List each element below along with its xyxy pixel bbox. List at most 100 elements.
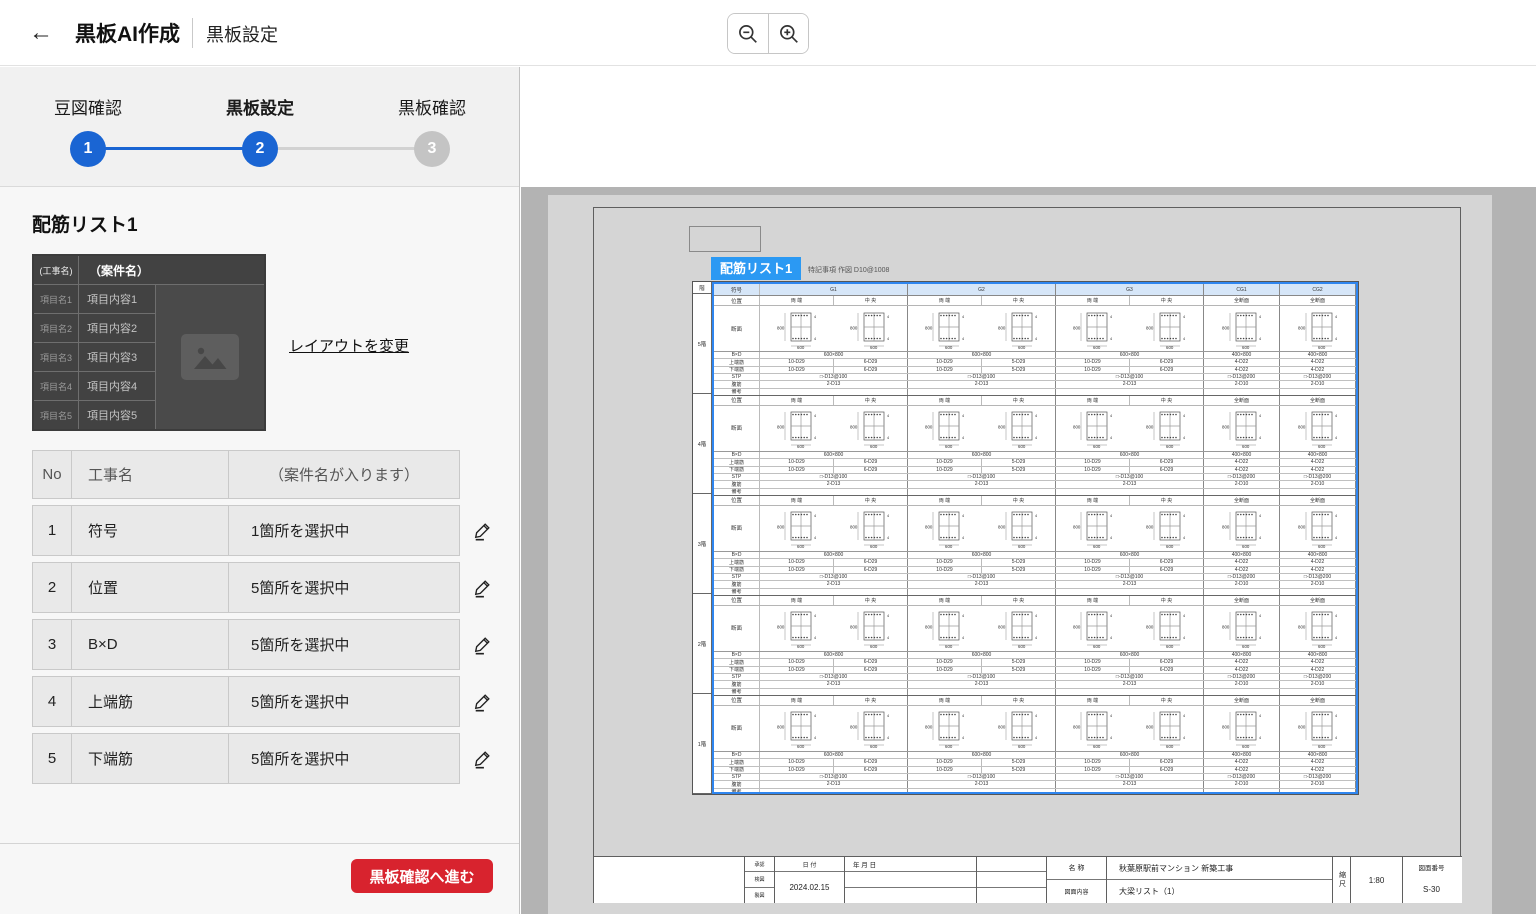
svg-text:4: 4 (1259, 636, 1261, 640)
drawing-cell (760, 589, 908, 595)
step-connector-1-2 (100, 147, 246, 150)
section-sketch: 800 600 4 4 (1204, 506, 1280, 551)
titleblock-cell: 名 称 (1047, 857, 1106, 880)
drawing-row: 上端筋10-D296-D2910-D295-D2910-D296-D294-D2… (714, 459, 1356, 466)
titleblock-cell (977, 888, 1046, 903)
section-sketch: 800 600 4 4 800 600 4 4 (908, 506, 1056, 551)
table-header-row: No 工事名 （案件名が入ります） (32, 450, 496, 499)
titleblock-column: 名 称図面内容 (1046, 857, 1106, 903)
preview-item-content: 項目内容1 (79, 285, 155, 313)
zoom-in-button[interactable] (768, 14, 808, 53)
svg-text:600: 600 (870, 444, 878, 448)
drawing-row: 下端筋10-D296-D2910-D295-D2910-D296-D294-D2… (714, 667, 1356, 674)
edit-button[interactable] (470, 619, 496, 670)
svg-text:4: 4 (1183, 436, 1185, 440)
drawing-cell: 位置 (714, 296, 760, 305)
drawing-cell: 下端筋 (714, 767, 760, 773)
svg-text:4: 4 (1183, 614, 1185, 618)
svg-text:4: 4 (887, 514, 889, 518)
drawing-cell: 2-D10 (1204, 681, 1280, 687)
drawing-cell: 600×800 (760, 652, 908, 658)
drawing-cell: 位置 (714, 496, 760, 505)
edit-button[interactable] (470, 676, 496, 727)
change-layout-link[interactable]: レイアウトを変更 (289, 335, 409, 356)
svg-text:4: 4 (1259, 536, 1261, 540)
svg-text:800: 800 (1222, 325, 1230, 330)
selection-tag[interactable]: 配筋リスト1 (711, 257, 801, 280)
drawing-cell: G3 (1056, 284, 1204, 295)
drawing-cell: 4-D22 (1204, 359, 1280, 365)
drawing-cell: 6-D29 (834, 667, 908, 673)
drawing-cell: □-D13@200 (1280, 674, 1356, 680)
drawing-cell: 6-D29 (834, 759, 908, 765)
edit-button[interactable] (470, 733, 496, 784)
svg-text:800: 800 (998, 725, 1006, 730)
drawing-cell (1280, 589, 1356, 595)
drawing-cell: 5-D29 (982, 359, 1056, 365)
svg-text:4: 4 (962, 337, 964, 341)
section-sketch: 800 600 4 4 (1280, 406, 1356, 451)
drawing-cell: 10-D29 (908, 667, 982, 673)
drawing-cell: STP (714, 374, 760, 380)
step-1-circle[interactable]: 1 (70, 131, 106, 167)
svg-text:4: 4 (1035, 636, 1037, 640)
drawing-cell: □-D13@100 (760, 574, 908, 580)
drawing-cell: 4-D22 (1280, 459, 1356, 465)
drawing-cell: 中 央 (1130, 496, 1204, 505)
drawing-cell: 10-D29 (760, 459, 834, 465)
drawing-cell: 2階 (693, 594, 711, 694)
drawing-canvas[interactable]: 配筋リスト1 特記事項 作図 D10@1008 階5階4階3階2階1階 符号G1… (521, 187, 1536, 914)
section-sketch: 800 600 4 4 800 600 4 4 (760, 406, 908, 451)
drawing-cell: 下端筋 (714, 467, 760, 473)
preview-item-name: 項目名3 (34, 343, 78, 371)
drawing-row: 断面 800 600 4 4 800 600 4 (714, 506, 1356, 552)
drawing-cell (1056, 789, 1204, 794)
svg-text:600: 600 (1166, 744, 1174, 748)
drawing-cell: 10-D29 (760, 559, 834, 565)
drawing-cell: □-D13@100 (760, 374, 908, 380)
drawing-row: 備考 (714, 389, 1356, 396)
zoom-out-button[interactable] (728, 14, 768, 53)
drawing-cell: 6-D29 (1130, 559, 1204, 565)
svg-text:4: 4 (1335, 636, 1337, 640)
edit-button[interactable] (470, 505, 496, 556)
svg-text:800: 800 (1298, 525, 1306, 530)
svg-text:4: 4 (1259, 736, 1261, 740)
svg-text:800: 800 (925, 325, 933, 330)
step-2-circle[interactable]: 2 (242, 131, 278, 167)
drawing-cell: 全断面 (1280, 696, 1356, 705)
svg-text:800: 800 (925, 425, 933, 430)
proceed-button[interactable]: 黒板確認へ進む (351, 859, 493, 893)
svg-text:4: 4 (1335, 714, 1337, 718)
drawing-row: 位置両 端中 央両 端中 央両 端中 央全断面全断面 (714, 696, 1356, 706)
drawing-cell (1204, 589, 1280, 595)
drawing-annotation: 特記事項 作図 D10@1008 (808, 265, 889, 275)
titleblock-column: 縮尺 (1332, 857, 1350, 903)
edit-button[interactable] (470, 562, 496, 613)
svg-text:600: 600 (1018, 744, 1026, 748)
svg-text:600: 600 (1318, 344, 1326, 348)
drawing-row: 備考 (714, 789, 1356, 794)
drawing-cell: 全断面 (1204, 596, 1280, 605)
col-header-no: No (32, 450, 72, 499)
drawing-cell: 2-D13 (908, 481, 1056, 487)
drawing-cell: CG1 (1204, 284, 1280, 295)
svg-text:4: 4 (1335, 337, 1337, 341)
svg-text:800: 800 (1298, 625, 1306, 630)
drawing-cell: 4-D22 (1204, 367, 1280, 373)
drawing-cell: □-D13@100 (1056, 774, 1204, 780)
mapping-table: No 工事名 （案件名が入ります） 1 符号 1箇所を選択中 (32, 450, 496, 784)
titleblock-column (976, 857, 1046, 903)
drawing-cell: 位置 (714, 696, 760, 705)
drawing-cell: 10-D29 (1056, 659, 1130, 665)
drawing-cell: 5-D29 (982, 659, 1056, 665)
svg-text:4: 4 (1110, 337, 1112, 341)
svg-text:4: 4 (962, 636, 964, 640)
back-button[interactable]: ← (24, 16, 58, 50)
svg-text:800: 800 (1298, 425, 1306, 430)
drawing-cell: 断面 (714, 306, 760, 351)
selection-box[interactable]: 符号G1G2G3CG1CG2位置両 端中 央両 端中 央両 端中 央全断面全断面… (712, 282, 1358, 794)
drawing-cell: 600×800 (908, 452, 1056, 458)
drawing-cell: 下端筋 (714, 367, 760, 373)
drawing-cell (1280, 789, 1356, 794)
